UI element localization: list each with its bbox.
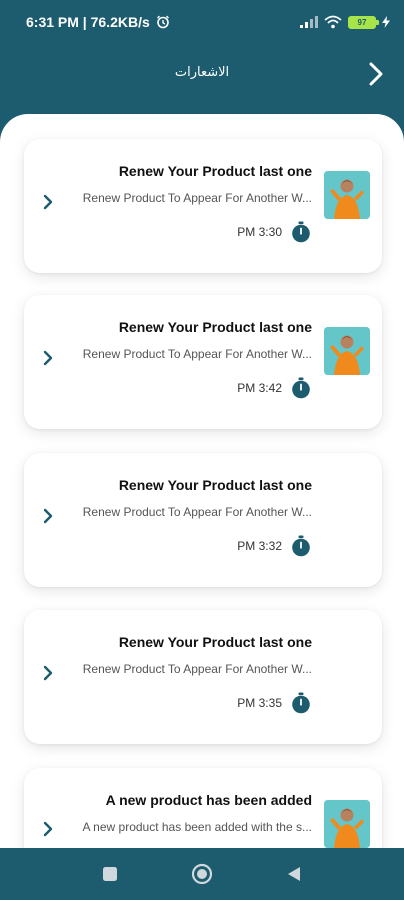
notifications-list: Renew Your Product last one Renew Produc… xyxy=(0,114,404,848)
notification-time: PM 3:35 xyxy=(237,696,282,710)
app-header: الاشعارات xyxy=(0,44,404,114)
signal-icon xyxy=(300,16,318,28)
product-thumbnail xyxy=(324,171,370,219)
product-thumbnail xyxy=(324,800,370,848)
notification-time: PM 3:30 xyxy=(237,225,282,239)
notification-body: Renew Product To Appear For Another W... xyxy=(82,347,312,361)
wifi-icon xyxy=(324,15,342,29)
chevron-right-icon xyxy=(43,194,53,210)
chevron-right-icon xyxy=(43,508,53,524)
chevron-right-icon xyxy=(43,665,53,681)
stopwatch-icon xyxy=(292,535,310,557)
system-nav-bar xyxy=(0,848,404,900)
notification-body: A new product has been added with the s.… xyxy=(82,820,313,834)
battery-level: 97 xyxy=(357,17,367,27)
notification-title: Renew Your Product last one xyxy=(118,319,312,335)
product-thumbnail xyxy=(324,327,370,375)
notification-card[interactable]: Renew Your Product last one Renew Produc… xyxy=(24,139,382,273)
status-time: 6:31 PM | 76.2KB/s xyxy=(26,14,150,30)
notification-title: Renew Your Product last one xyxy=(118,477,312,493)
notification-card[interactable]: Renew Your Product last one Renew Produc… xyxy=(24,610,382,744)
charging-icon xyxy=(382,16,390,28)
chevron-right-icon xyxy=(369,62,383,86)
battery-icon: 97 xyxy=(348,15,379,29)
recent-apps-icon[interactable] xyxy=(101,865,119,883)
back-button[interactable] xyxy=(362,58,390,90)
notification-body: Renew Product To Appear For Another W... xyxy=(82,505,312,519)
notification-title: A new product has been added xyxy=(105,792,312,808)
back-triangle-icon[interactable] xyxy=(285,865,303,883)
home-icon[interactable] xyxy=(191,863,213,885)
notification-card[interactable]: Renew Your Product last one Renew Produc… xyxy=(24,453,382,587)
notification-body: Renew Product To Appear For Another W... xyxy=(82,191,312,205)
stopwatch-icon xyxy=(292,692,310,714)
notification-card[interactable]: Renew Your Product last one Renew Produc… xyxy=(24,295,382,429)
chevron-right-icon xyxy=(43,821,53,837)
status-bar: 6:31 PM | 76.2KB/s 97 xyxy=(0,0,404,44)
notification-title: Renew Your Product last one xyxy=(118,163,312,179)
notification-title: Renew Your Product last one xyxy=(118,634,312,650)
alarm-icon xyxy=(156,15,169,29)
notification-body: Renew Product To Appear For Another W... xyxy=(82,662,312,676)
notification-time: PM 3:42 xyxy=(237,381,282,395)
stopwatch-icon xyxy=(292,377,310,399)
chevron-right-icon xyxy=(43,350,53,366)
notification-time: PM 3:32 xyxy=(237,539,282,553)
stopwatch-icon xyxy=(292,221,310,243)
page-title: الاشعارات xyxy=(174,64,230,79)
notification-card[interactable]: A new product has been added A new produ… xyxy=(24,768,382,848)
